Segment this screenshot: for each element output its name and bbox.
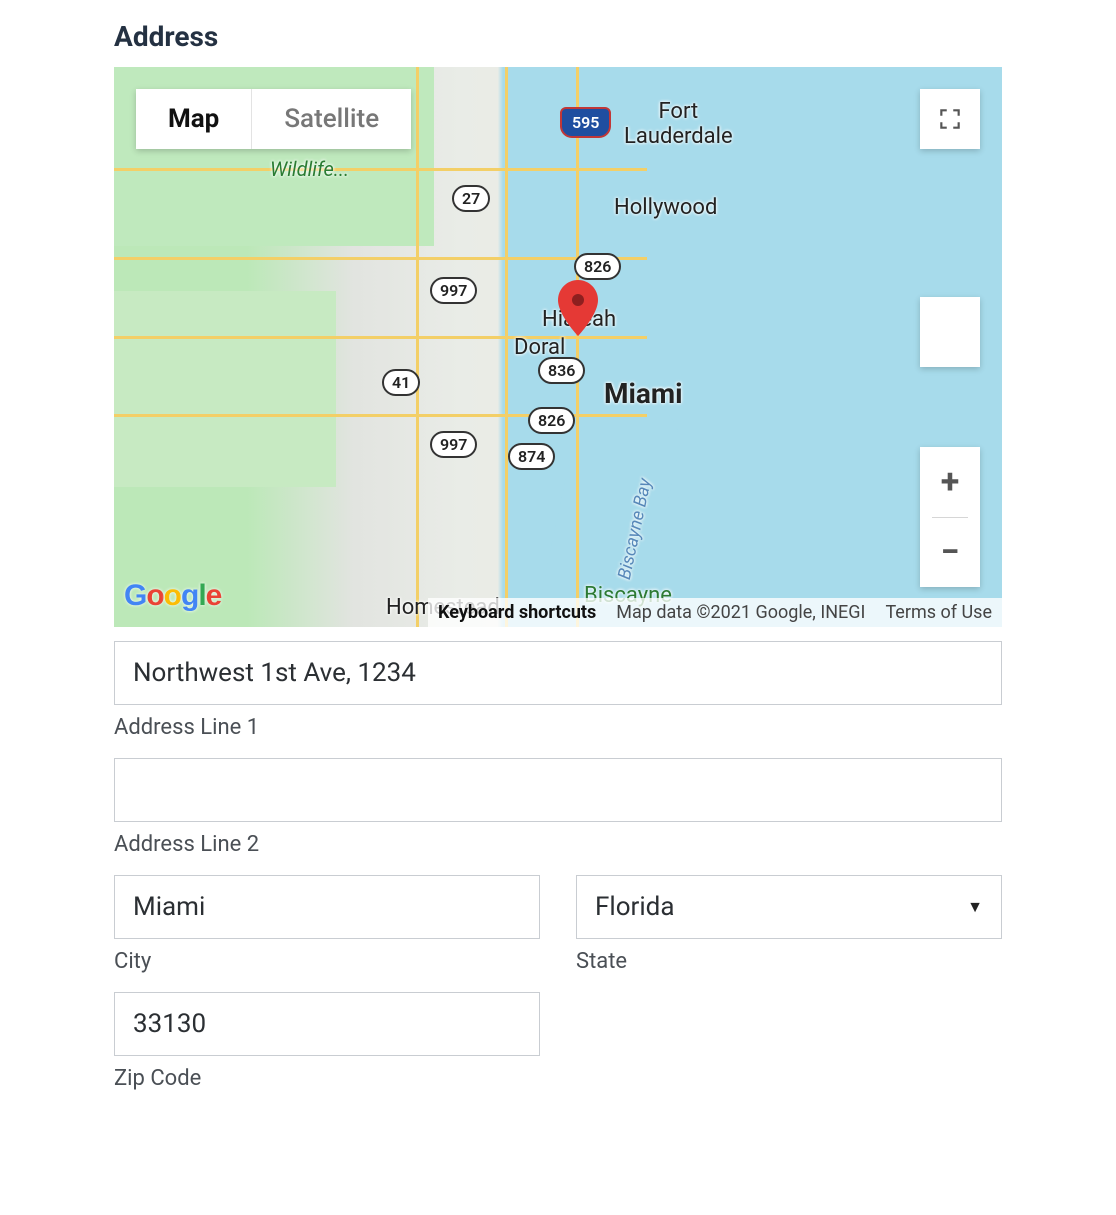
chevron-down-icon: ▼ [967, 897, 983, 917]
address-line-1-input[interactable] [114, 641, 1002, 705]
zoom-out-button[interactable]: − [920, 518, 980, 588]
google-logo: Google [124, 579, 221, 613]
keyboard-shortcuts-button[interactable]: Keyboard shortcuts [428, 598, 606, 627]
road [505, 67, 508, 627]
shield-826b: 826 [528, 407, 575, 434]
map-secondary-control-button[interactable] [920, 297, 980, 367]
shield-874: 874 [508, 443, 555, 470]
shield-836: 836 [538, 357, 585, 384]
map-label-fort-lauderdale: FortLauderdale [624, 99, 733, 149]
map-marker-icon[interactable] [558, 280, 598, 336]
shield-997b: 997 [430, 431, 477, 458]
map-data-attribution: Map data ©2021 Google, INEGI [606, 598, 875, 627]
road [114, 257, 647, 260]
road [114, 336, 647, 339]
map-label-miami: Miami [604, 377, 683, 410]
map-type-satellite-button[interactable]: Satellite [252, 89, 411, 149]
fullscreen-icon [937, 106, 963, 132]
zoom-control: + − [920, 447, 980, 587]
fullscreen-button[interactable] [920, 89, 980, 149]
map-greenspace-2 [114, 291, 336, 487]
map-attribution: Keyboard shortcuts Map data ©2021 Google… [428, 598, 1002, 627]
shield-41: 41 [382, 369, 420, 396]
map-label-wildlife: Wildlife... [270, 157, 349, 181]
section-title: Address [114, 20, 1002, 53]
address-line-2-label: Address Line 2 [114, 832, 1002, 857]
address-line-2-input[interactable] [114, 758, 1002, 822]
shield-27: 27 [452, 185, 490, 212]
shield-595: 595 [560, 107, 611, 138]
road [114, 168, 647, 171]
address-form: Address Line 1 Address Line 2 City Flori… [114, 641, 1002, 1091]
zip-label: Zip Code [114, 1066, 540, 1091]
road [416, 67, 419, 627]
map-type-map-button[interactable]: Map [136, 89, 251, 149]
map-container[interactable]: FortLauderdale Hollywood Hialeah Doral M… [114, 67, 1002, 627]
zoom-in-button[interactable]: + [920, 447, 980, 517]
map-type-control: Map Satellite [136, 89, 411, 149]
state-label: State [576, 949, 1002, 974]
city-input[interactable] [114, 875, 540, 939]
state-select[interactable]: Florida ▼ [576, 875, 1002, 939]
road [576, 67, 579, 627]
map-label-hollywood: Hollywood [614, 195, 717, 220]
terms-of-use-link[interactable]: Terms of Use [875, 598, 1002, 627]
zip-input[interactable] [114, 992, 540, 1056]
shield-997a: 997 [430, 277, 477, 304]
shield-826a: 826 [574, 253, 621, 280]
city-label: City [114, 949, 540, 974]
address-line-1-label: Address Line 1 [114, 715, 1002, 740]
state-select-value: Florida [595, 892, 674, 922]
